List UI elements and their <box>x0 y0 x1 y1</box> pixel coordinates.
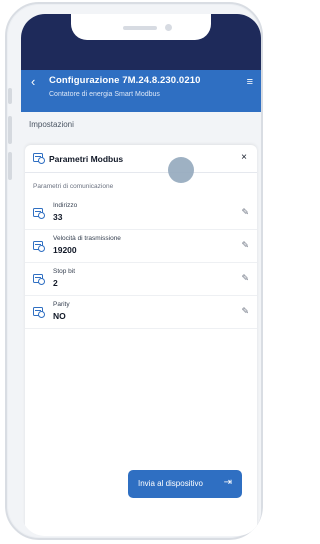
speaker <box>123 26 157 30</box>
volume-up-button <box>8 116 12 144</box>
param-value: NO <box>53 311 66 321</box>
section-title: Impostazioni <box>21 112 261 134</box>
param-row-parity[interactable]: Parity NO ✎ <box>25 296 257 329</box>
param-label: Parity <box>53 301 70 308</box>
page-subtitle: Contatore di energia Smart Modbus <box>49 91 160 98</box>
panel-title: Parametri Modbus <box>49 154 124 164</box>
param-row-velocita[interactable]: Velocità di trasmissione 19200 ✎ <box>25 230 257 263</box>
side-button <box>8 88 12 104</box>
param-row-stop-bit[interactable]: Stop bit 2 ✎ <box>25 263 257 296</box>
param-value: 19200 <box>53 245 77 255</box>
close-icon[interactable]: × <box>241 152 247 163</box>
page-title: Configurazione 7M.24.8.230.0210 <box>49 75 201 86</box>
panel-header: Parametri Modbus × <box>25 145 257 173</box>
edit-icon[interactable]: ✎ <box>241 207 249 218</box>
volume-down-button <box>8 152 12 180</box>
phone-frame: ‹ Configurazione 7M.24.8.230.0210 Contat… <box>5 2 263 540</box>
param-value: 33 <box>53 212 63 222</box>
filter-list-icon[interactable]: ≡ <box>247 76 253 88</box>
param-icon <box>33 307 45 318</box>
param-label: Stop bit <box>53 268 76 275</box>
send-to-device-button[interactable]: Invia al dispositivo ⇥ <box>128 470 242 498</box>
settings-card-icon <box>33 153 45 164</box>
param-label: Indirizzo <box>53 202 78 209</box>
chevron-left-icon[interactable]: ‹ <box>31 74 35 89</box>
screen: ‹ Configurazione 7M.24.8.230.0210 Contat… <box>21 14 261 536</box>
edit-icon[interactable]: ✎ <box>241 306 249 317</box>
param-icon <box>33 208 45 219</box>
group-label: Parametri di comunicazione <box>33 183 114 190</box>
param-value: 2 <box>53 278 58 288</box>
notch <box>71 14 211 40</box>
edit-icon[interactable]: ✎ <box>241 273 249 284</box>
send-button-label: Invia al dispositivo <box>138 479 203 488</box>
app-bar: ‹ Configurazione 7M.24.8.230.0210 Contat… <box>21 70 261 112</box>
touch-indicator <box>168 157 194 183</box>
camera <box>165 24 172 31</box>
param-row-indirizzo[interactable]: Indirizzo 33 ✎ <box>25 197 257 230</box>
edit-icon[interactable]: ✎ <box>241 240 249 251</box>
param-icon <box>33 241 45 252</box>
status-area <box>21 14 261 70</box>
param-label: Velocità di trasmissione <box>53 235 121 242</box>
param-icon <box>33 274 45 285</box>
exit-icon: ⇥ <box>223 477 232 488</box>
